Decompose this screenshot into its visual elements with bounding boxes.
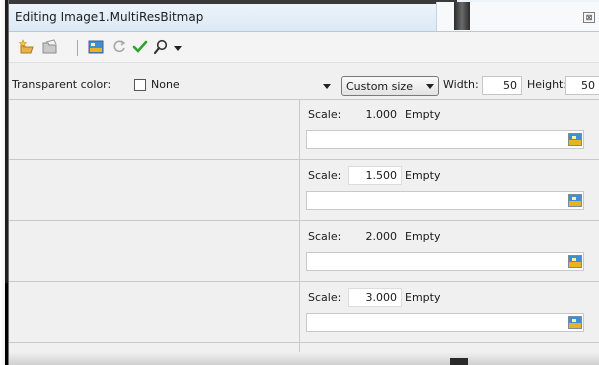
bitmap-file-field[interactable] xyxy=(306,130,584,149)
bitmap-status: Empty xyxy=(405,230,441,243)
scale-label: Scale: xyxy=(308,291,342,304)
load-image-icon[interactable] xyxy=(568,316,582,329)
bitmap-list: Scale: 1.000 Empty Scale: 1.500 Empty Sc… xyxy=(9,99,599,352)
title-bar-seam xyxy=(454,2,470,30)
transparent-color-dropdown-arrow[interactable] xyxy=(323,84,331,89)
window-title: Editing Image1.MultiResBitmap xyxy=(15,10,204,24)
bitmap-file-field[interactable] xyxy=(306,191,584,210)
close-button[interactable]: ⊠ xyxy=(583,12,595,23)
title-bar-edge xyxy=(9,0,457,4)
scale-input[interactable]: 1.000 xyxy=(348,105,402,124)
height-label: Height: xyxy=(527,78,568,91)
bitmap-file-field[interactable] xyxy=(306,252,584,271)
checkmark-icon[interactable] xyxy=(131,38,149,56)
bitmap-status: Empty xyxy=(405,108,441,121)
title-bar: Editing Image1.MultiResBitmap ⊠ xyxy=(9,0,599,32)
open-folder-icon[interactable] xyxy=(41,38,59,56)
transparent-color-value[interactable]: None xyxy=(151,78,180,91)
chevron-down-icon xyxy=(426,84,434,89)
load-image-icon[interactable] xyxy=(568,194,582,207)
fill-image-icon[interactable] xyxy=(87,38,105,56)
zoom-icon[interactable] xyxy=(152,38,170,56)
bitmap-status: Empty xyxy=(405,169,441,182)
scale-input[interactable]: 2.000 xyxy=(348,227,402,246)
transparent-color-swatch[interactable] xyxy=(134,79,146,91)
size-mode-select[interactable]: Custom size xyxy=(341,76,439,96)
refresh-icon[interactable] xyxy=(110,38,128,56)
scale-label: Scale: xyxy=(308,169,342,182)
toolbar xyxy=(9,32,599,63)
load-image-icon[interactable] xyxy=(568,255,582,268)
bitmap-item-row[interactable]: Scale: 1.000 Empty xyxy=(9,100,599,160)
zoom-dropdown-arrow[interactable] xyxy=(174,46,182,51)
transparent-color-label: Transparent color: xyxy=(12,78,112,91)
window-bottom-edge xyxy=(9,352,599,365)
bitmap-item-row[interactable]: Scale: 1.500 Empty xyxy=(9,161,599,221)
scale-label: Scale: xyxy=(308,108,342,121)
size-mode-value: Custom size xyxy=(346,80,413,93)
scale-label: Scale: xyxy=(308,230,342,243)
height-input[interactable]: 50 xyxy=(565,76,599,95)
add-new-icon[interactable] xyxy=(18,38,36,56)
scale-input[interactable]: 3.000 xyxy=(348,288,402,307)
window-bottom-seam xyxy=(450,358,468,365)
toolbar-separator xyxy=(77,40,78,56)
width-input[interactable]: 50 xyxy=(482,76,522,95)
scale-input[interactable]: 1.500 xyxy=(348,166,402,185)
bitmap-item-row[interactable]: Scale: 2.000 Empty xyxy=(9,222,599,282)
editor-window: Editing Image1.MultiResBitmap ⊠ Transpar… xyxy=(8,0,599,365)
bitmap-file-field[interactable] xyxy=(306,313,584,332)
load-image-icon[interactable] xyxy=(568,133,582,146)
bitmap-status: Empty xyxy=(405,291,441,304)
width-label: Width: xyxy=(443,78,479,91)
options-bar: Transparent color: None Custom size Widt… xyxy=(9,73,599,99)
bitmap-item-row[interactable]: Scale: 3.000 Empty xyxy=(9,283,599,343)
